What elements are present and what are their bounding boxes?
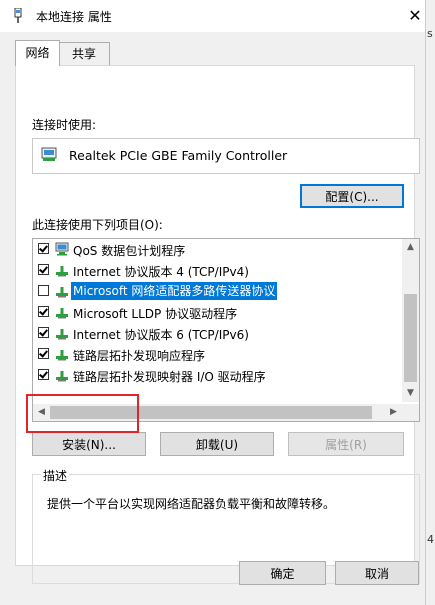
connect-using-label: 连接时使用: <box>32 118 97 132</box>
highlight-annotation <box>26 394 139 433</box>
list-item[interactable]: 链路层拓扑发现映射器 I/O 驱动程序 <box>33 365 391 386</box>
protocol-icon <box>56 287 68 298</box>
item-label: QoS 数据包计划程序 <box>73 244 186 258</box>
background-window-edge: s 4 <box>425 0 435 605</box>
item-checkbox[interactable] <box>38 285 49 296</box>
tab-panel-network: 连接时使用: Realtek PCIe GBE Family Controlle… <box>15 65 420 584</box>
list-item[interactable]: Internet 协议版本 6 (TCP/IPv6) <box>33 323 391 344</box>
cancel-button[interactable]: 取消 <box>335 561 419 585</box>
list-item[interactable]: Microsoft LLDP 协议驱动程序 <box>33 302 391 323</box>
description-text: 提供一个平台以实现网络适配器负载平衡和故障转移。 <box>47 497 336 511</box>
item-label: 链路层拓扑发现响应程序 <box>73 349 206 363</box>
tab-label: 共享 <box>71 47 96 61</box>
tab-label: 网络 <box>25 46 50 60</box>
ok-button[interactable]: 确定 <box>239 561 326 585</box>
scroll-down-icon[interactable]: ▼ <box>402 385 419 402</box>
background-text: 4 <box>427 533 434 546</box>
window-title: 本地连接 属性 <box>36 10 112 24</box>
scroll-up-icon[interactable]: ▲ <box>402 239 419 256</box>
adapter-name: Realtek PCIe GBE Family Controller <box>69 148 288 163</box>
scroll-thumb[interactable] <box>404 294 417 382</box>
dialog-body: 网络 共享 连接时使用: Realtek PCIe GBE Family Con… <box>0 32 425 605</box>
list-item[interactable]: Internet 协议版本 4 (TCP/IPv4) <box>33 260 391 281</box>
vertical-scrollbar[interactable]: ▲ ▼ <box>402 239 419 402</box>
title-bar: 本地连接 属性 ✕ <box>0 0 435 32</box>
list-item[interactable]: Microsoft 网络适配器多路传送器协议 <box>33 281 391 302</box>
network-client-icon <box>55 242 69 256</box>
protocol-icon <box>56 371 68 382</box>
item-checkbox[interactable] <box>38 264 49 275</box>
close-icon: ✕ <box>408 6 422 25</box>
items-label: 此连接使用下列项目(O): <box>32 218 163 232</box>
list-item[interactable]: QoS 数据包计划程序 <box>33 239 391 260</box>
item-label: Microsoft LLDP 协议驱动程序 <box>73 307 238 321</box>
tab-sharing[interactable]: 共享 <box>58 42 110 65</box>
background-text: s <box>427 27 433 40</box>
list-item[interactable]: 链路层拓扑发现响应程序 <box>33 344 391 365</box>
install-button[interactable]: 安装(N)... <box>32 432 146 456</box>
item-checkbox[interactable] <box>38 327 49 338</box>
item-checkbox[interactable] <box>38 369 49 380</box>
properties-button[interactable]: 属性(R) <box>288 432 404 456</box>
scroll-right-icon[interactable]: ▶ <box>385 404 402 421</box>
item-checkbox[interactable] <box>38 243 49 254</box>
protocol-icon <box>56 308 68 319</box>
item-label: Internet 协议版本 4 (TCP/IPv4) <box>73 265 249 279</box>
adapter-box: Realtek PCIe GBE Family Controller <box>32 138 420 174</box>
protocol-icon <box>56 329 68 340</box>
item-checkbox[interactable] <box>38 306 49 317</box>
protocol-icon <box>56 350 68 361</box>
description-legend: 描述 <box>41 467 70 484</box>
item-label: Microsoft 网络适配器多路传送器协议 <box>71 282 278 300</box>
network-card-icon <box>41 147 57 161</box>
configure-button[interactable]: 配置(C)... <box>300 184 404 208</box>
tab-network[interactable]: 网络 <box>15 40 60 66</box>
protocol-icon <box>56 266 68 277</box>
item-checkbox[interactable] <box>38 348 49 359</box>
item-label: Internet 协议版本 6 (TCP/IPv6) <box>73 328 249 342</box>
scrollbar-corner <box>402 404 419 421</box>
item-label: 链路层拓扑发现映射器 I/O 驱动程序 <box>73 370 266 384</box>
uninstall-button[interactable]: 卸载(U) <box>160 432 274 456</box>
network-adapter-icon <box>14 8 22 23</box>
